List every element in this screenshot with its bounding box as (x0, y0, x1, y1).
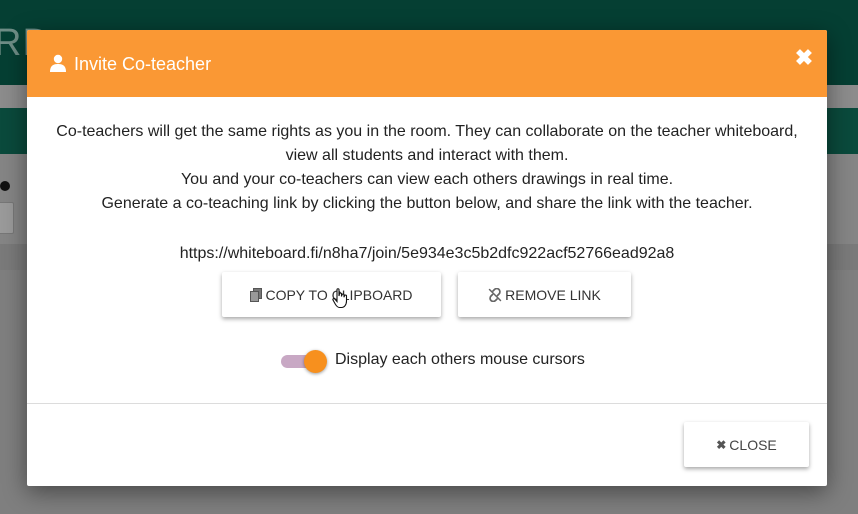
copy-icon (250, 287, 263, 302)
description-line: You and your co-teachers can view each o… (180, 171, 674, 188)
app-dot-indicator (0, 181, 10, 191)
dialog-description: Co-teachers will get the same rights as … (27, 120, 827, 216)
invite-coteacher-dialog: Invite Co-teacher ✖ Co-teachers will get… (27, 30, 827, 486)
description-line: Generate a co-teaching link by clicking … (101, 195, 753, 212)
copy-to-clipboard-button[interactable]: COPY TO CLIPBOARD (222, 272, 441, 317)
remove-button-label: REMOVE LINK (505, 286, 601, 303)
toggle-knob (304, 350, 327, 373)
dialog-header: Invite Co-teacher ✖ (27, 30, 827, 97)
mouse-cursor-toggle[interactable] (280, 350, 328, 373)
mouse-cursor-toggle-label: Display each others mouse cursors (335, 351, 585, 368)
remove-link-button[interactable]: REMOVE LINK (458, 272, 631, 317)
copy-button-label: COPY TO CLIPBOARD (265, 286, 413, 303)
close-button[interactable]: ✖ CLOSE (684, 422, 809, 467)
footer-divider (27, 403, 827, 404)
dialog-title: Invite Co-teacher (74, 54, 212, 74)
app-side-control (0, 202, 14, 234)
close-button-label: CLOSE (729, 436, 777, 453)
user-icon (50, 54, 66, 72)
close-icon[interactable]: ✖ (794, 47, 814, 69)
unlink-icon (488, 287, 502, 302)
invite-link-text: https://whiteboard.fi/n8ha7/join/5e934e3… (179, 245, 675, 262)
description-line: Co-teachers will get the same rights as … (56, 123, 798, 164)
close-icon: ✖ (716, 437, 727, 452)
